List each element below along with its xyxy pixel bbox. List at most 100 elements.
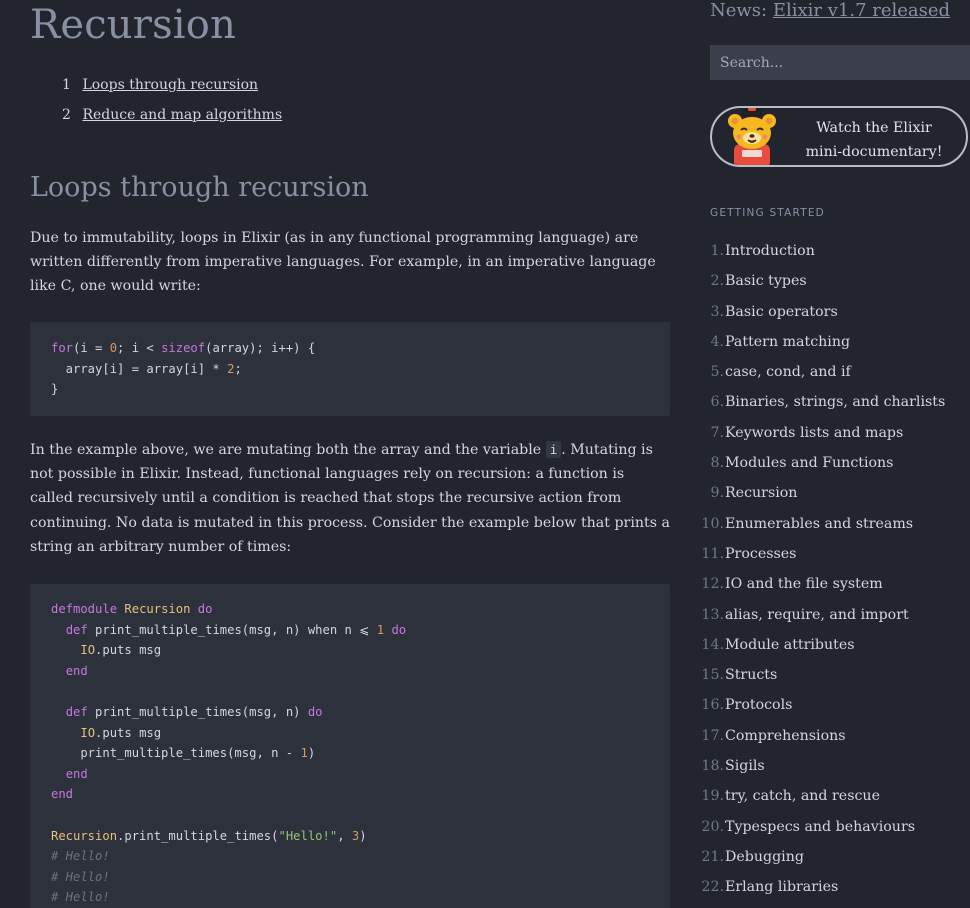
page-title: Recursion bbox=[30, 2, 237, 48]
toc-number: 2 bbox=[62, 107, 71, 123]
nav-number: 8. bbox=[710, 455, 724, 472]
nav-link[interactable]: IO and the file system bbox=[725, 576, 883, 592]
getting-started-nav: 1.Introduction 2.Basic types 3.Basic ope… bbox=[698, 240, 945, 907]
code-text: when bbox=[307, 622, 338, 637]
nav-item: 1.Introduction bbox=[698, 240, 945, 270]
code-line: end bbox=[51, 784, 670, 805]
nav-link[interactable]: Module attributes bbox=[725, 637, 855, 653]
toc-link-reduce-and-map[interactable]: Reduce and map algorithms bbox=[82, 107, 282, 123]
nav-link[interactable]: Structs bbox=[725, 667, 777, 683]
code-text: ) bbox=[307, 746, 316, 761]
nav-link[interactable]: Modules and Functions bbox=[725, 455, 893, 471]
nav-number: 1. bbox=[710, 243, 724, 259]
code-module: Recursion bbox=[51, 828, 118, 843]
nav-number: 17. bbox=[701, 727, 724, 744]
code-line: for(i = 0; i < sizeof(array); i++) { bbox=[51, 338, 670, 359]
nav-link[interactable]: Erlang libraries bbox=[725, 879, 838, 895]
code-line: # Hello! bbox=[51, 887, 670, 908]
nav-link[interactable]: Comprehensions bbox=[725, 728, 846, 744]
code-text: (i = bbox=[73, 341, 110, 355]
nav-link[interactable]: Sigils bbox=[725, 758, 765, 774]
nav-item: 14.Module attributes bbox=[698, 634, 945, 664]
nav-link[interactable]: try, catch, and rescue bbox=[725, 788, 880, 804]
nav-number: 10. bbox=[701, 515, 724, 532]
nav-link[interactable]: Introduction bbox=[725, 243, 815, 259]
nav-number: 18. bbox=[701, 758, 724, 775]
nav-link[interactable]: Processes bbox=[725, 546, 796, 562]
nav-item: 8.Modules and Functions bbox=[698, 452, 945, 482]
code-keyword: def bbox=[65, 704, 88, 719]
news-label: News: bbox=[710, 0, 773, 21]
code-keyword: end bbox=[51, 787, 74, 802]
nav-item: 11.Processes bbox=[698, 543, 945, 573]
code-text: array[i] = array[i] * bbox=[51, 361, 228, 376]
nav-number: 20. bbox=[701, 818, 724, 835]
nav-link[interactable]: case, cond, and if bbox=[725, 364, 851, 380]
nav-item: 4.Pattern matching bbox=[698, 331, 945, 361]
code-line: } bbox=[51, 379, 670, 400]
inline-code: i bbox=[545, 441, 562, 458]
nav-item: 2.Basic types bbox=[698, 270, 945, 300]
code-keyword: end bbox=[65, 766, 88, 781]
news-link[interactable]: Elixir v1.7 released bbox=[773, 0, 950, 21]
code-module: IO bbox=[80, 643, 96, 658]
code-text: .puts msg bbox=[95, 725, 162, 740]
code-text: .print_multiple_times( bbox=[117, 828, 279, 843]
page: Recursion 1 Loops through recursion 2 Re… bbox=[0, 0, 970, 908]
toc-item: 2 Reduce and map algorithms bbox=[62, 104, 282, 134]
code-keyword: end bbox=[65, 663, 88, 678]
paragraph-mutation: In the example above, we are mutating bo… bbox=[30, 438, 670, 559]
toc-item: 1 Loops through recursion bbox=[62, 74, 282, 104]
nav-number: 13. bbox=[701, 606, 724, 623]
code-text: (array); i++) { bbox=[205, 341, 316, 355]
nav-link[interactable]: Typespecs and behaviours bbox=[725, 819, 915, 835]
code-line: print_multiple_times(msg, n - 1) bbox=[51, 743, 670, 764]
nav-link[interactable]: Enumerables and streams bbox=[725, 516, 913, 532]
code-line: Recursion.print_multiple_times("Hello!",… bbox=[51, 826, 670, 847]
code-text: print_multiple_times(msg, n - bbox=[51, 746, 301, 761]
toc-link-loops-through-recursion[interactable]: Loops through recursion bbox=[82, 77, 258, 93]
code-line: # Hello! bbox=[51, 867, 670, 888]
nav-link[interactable]: Binaries, strings, and charlists bbox=[725, 394, 945, 410]
nav-number: 21. bbox=[701, 848, 724, 865]
mini-documentary-label: Watch the Elixir mini-documentary! bbox=[794, 116, 954, 164]
nav-link[interactable]: Protocols bbox=[725, 697, 792, 713]
code-text: } bbox=[51, 382, 59, 397]
nav-link[interactable]: Debugging bbox=[725, 849, 804, 865]
nav-link[interactable]: Keywords lists and maps bbox=[725, 425, 903, 441]
mini-documentary-button[interactable]: Watch the Elixir mini-documentary! bbox=[710, 106, 968, 167]
code-text: .puts msg bbox=[95, 643, 162, 658]
nav-number: 11. bbox=[701, 545, 724, 562]
code-comment: # Hello! bbox=[51, 890, 110, 905]
toc-number: 1 bbox=[62, 77, 71, 93]
nav-link[interactable]: Pattern matching bbox=[725, 334, 850, 350]
nav-link[interactable]: Basic types bbox=[725, 273, 807, 289]
code-number: 0 bbox=[109, 341, 118, 355]
nav-number: 22. bbox=[701, 879, 724, 896]
nav-item: 9.Recursion bbox=[698, 482, 945, 512]
nav-link[interactable]: Basic operators bbox=[725, 304, 838, 320]
nav-number: 6. bbox=[710, 394, 724, 411]
code-block-elixir-recursion: defmodule Recursion do def print_multipl… bbox=[30, 584, 670, 908]
code-string: "Hello!" bbox=[278, 828, 338, 843]
code-text: print_multiple_times(msg, n) bbox=[87, 704, 308, 719]
nav-number: 15. bbox=[701, 667, 724, 684]
code-line: defmodule Recursion do bbox=[51, 599, 670, 620]
nav-item: 3.Basic operators bbox=[698, 301, 945, 331]
nav-link[interactable]: Recursion bbox=[725, 485, 797, 501]
news-banner: News: Elixir v1.7 released bbox=[710, 0, 950, 21]
nav-item: 19.try, catch, and rescue bbox=[698, 785, 945, 815]
nav-item: 15.Structs bbox=[698, 664, 945, 694]
search-input[interactable] bbox=[710, 45, 970, 80]
nav-number: 16. bbox=[701, 697, 724, 714]
nav-item: 10.Enumerables and streams bbox=[698, 513, 945, 543]
code-text: ; bbox=[234, 361, 242, 376]
nav-section-header: GETTING STARTED bbox=[710, 207, 825, 219]
code-number: 1 bbox=[376, 622, 385, 637]
nav-link[interactable]: alias, require, and import bbox=[725, 607, 909, 623]
code-keyword: do bbox=[197, 602, 213, 616]
section-title: Loops through recursion bbox=[30, 172, 369, 203]
paragraph-text: In the example above, we are mutating bo… bbox=[30, 442, 546, 458]
